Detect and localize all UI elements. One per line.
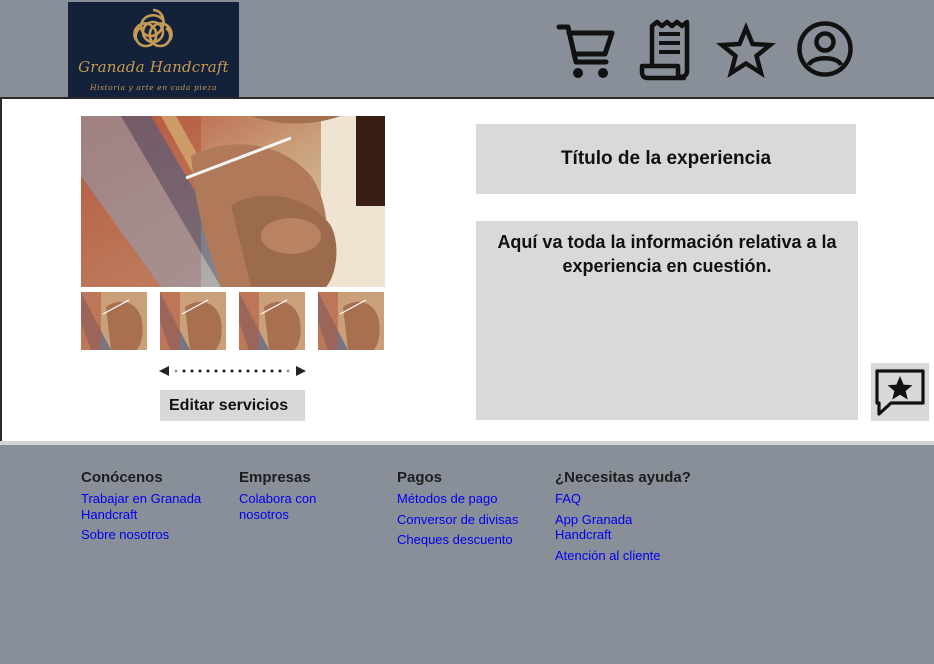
site-header: Granada Handcraft Historia y arte en cad…	[0, 0, 934, 99]
logo[interactable]: Granada Handcraft Historia y arte en cad…	[68, 2, 239, 97]
user-icon[interactable]	[795, 18, 855, 82]
footer-column-ayuda: ¿Necesitas ayuda? FAQ App Granada Handcr…	[555, 469, 715, 568]
footer-link[interactable]: FAQ	[555, 491, 715, 507]
footer-link[interactable]: Conversor de divisas	[397, 512, 547, 528]
thumbnail[interactable]	[239, 292, 305, 350]
footer-link[interactable]: Atención al cliente	[555, 548, 715, 564]
experience-title: Título de la experiencia	[476, 124, 856, 194]
thumbnail[interactable]	[81, 292, 147, 350]
footer-link[interactable]: Sobre nosotros	[81, 527, 231, 543]
footer-heading: Pagos	[397, 469, 443, 486]
footer-link[interactable]: Métodos de pago	[397, 491, 547, 507]
thumbnail[interactable]	[160, 292, 226, 350]
edit-services-button[interactable]: Editar servicios	[160, 390, 305, 421]
footer-heading: Conócenos	[81, 469, 163, 486]
site-footer: Conócenos Trabajar en Granada Handcraft …	[0, 441, 934, 664]
logo-brand: Granada Handcraft	[78, 58, 229, 76]
footer-heading: ¿Necesitas ayuda?	[555, 469, 691, 486]
footer-link[interactable]: App Granada Handcraft	[555, 512, 655, 543]
receipt-icon[interactable]	[638, 18, 698, 82]
experience-description: Aquí va toda la información relativa a l…	[476, 221, 858, 420]
footer-link[interactable]: Colabora con nosotros	[239, 491, 349, 522]
logo-tagline: Historia y arte en cada pieza	[89, 83, 218, 92]
footer-column-pagos: Pagos Métodos de pago Conversor de divis…	[397, 469, 547, 553]
celtic-knot-icon	[133, 8, 173, 48]
arrow-left-icon	[159, 366, 169, 376]
star-comment-icon	[875, 369, 925, 416]
cart-icon[interactable]	[556, 18, 616, 82]
footer-column-empresas: Empresas Colabora con nosotros	[239, 469, 349, 527]
review-button[interactable]	[871, 363, 929, 421]
footer-column-conocenos: Conócenos Trabajar en Granada Handcraft …	[81, 469, 231, 548]
footer-link[interactable]: Cheques descuento	[397, 532, 547, 548]
star-icon[interactable]	[716, 18, 776, 82]
thumbnail[interactable]	[318, 292, 384, 350]
gallery-scrollbar[interactable]	[159, 363, 306, 377]
footer-link[interactable]: Trabajar en Granada Handcraft	[81, 491, 231, 522]
footer-heading: Empresas	[239, 469, 311, 486]
arrow-right-icon	[296, 366, 306, 376]
main-photo[interactable]	[81, 116, 385, 287]
